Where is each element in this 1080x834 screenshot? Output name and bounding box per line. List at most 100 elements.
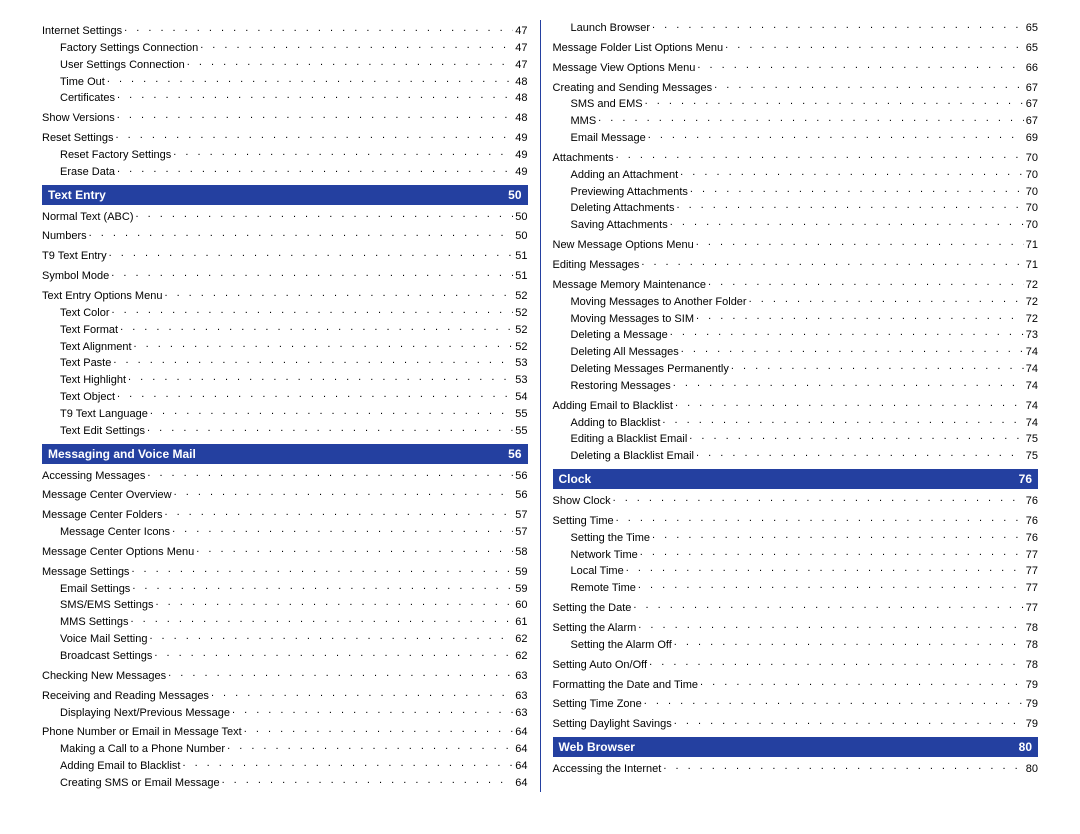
toc-label: MMS Settings (60, 615, 128, 630)
toc-label: Deleting a Message (571, 328, 668, 343)
toc-leader-dots (154, 646, 513, 661)
toc-page-number: 51 (515, 249, 527, 264)
toc-page-number: 50 (515, 229, 527, 244)
toc-label: Certificates (60, 91, 115, 106)
toc-page-number: 67 (1026, 81, 1038, 96)
toc-page-number: 48 (515, 91, 527, 106)
toc-entry[interactable]: Erase Data 49 (42, 164, 528, 181)
toc-label: Text Color (60, 306, 110, 321)
toc-leader-dots (626, 561, 1024, 576)
toc-leader-dots (700, 675, 1024, 690)
toc-entry[interactable]: Editing Messages 71 (553, 257, 1039, 274)
section-header[interactable]: Web Browser80 (553, 737, 1039, 757)
toc-entry[interactable]: Setting Daylight Savings 79 (553, 716, 1039, 733)
toc-entry[interactable]: Deleting a Blacklist Email 75 (553, 448, 1039, 465)
section-title: Web Browser (559, 740, 635, 754)
toc-entry[interactable]: Creating SMS or Email Message 64 (42, 775, 528, 792)
toc-entry[interactable]: Message Center Options Menu 58 (42, 544, 528, 561)
toc-entry[interactable]: Displaying Next/Previous Message 63 (42, 705, 528, 722)
toc-entry[interactable]: Certificates 48 (42, 90, 528, 107)
toc-label: Adding to Blacklist (571, 416, 661, 431)
toc-label: Text Alignment (60, 340, 132, 355)
toc-entry[interactable]: Formatting the Date and Time 79 (553, 677, 1039, 694)
toc-entry[interactable]: Remote Time 77 (553, 580, 1039, 597)
toc-entry[interactable]: Numbers 50 (42, 228, 528, 245)
toc-label: New Message Options Menu (553, 238, 694, 253)
toc-leader-dots (676, 198, 1023, 213)
toc-page-number: 64 (515, 759, 527, 774)
toc-page-number: 65 (1026, 41, 1038, 56)
toc-entry[interactable]: Setting the Date 77 (553, 600, 1039, 617)
toc-entry[interactable]: T9 Text Entry 51 (42, 248, 528, 265)
toc-leader-dots (244, 722, 514, 737)
toc-entry[interactable]: Accessing the Internet 80 (553, 761, 1039, 778)
toc-leader-dots (645, 94, 1024, 109)
toc-entry[interactable]: Accessing Messages 56 (42, 468, 528, 485)
toc-leader-dots (134, 337, 514, 352)
toc-leader-dots (116, 128, 514, 143)
toc-entry[interactable]: Symbol Mode 51 (42, 268, 528, 285)
toc-entry[interactable]: Restoring Messages 74 (553, 378, 1039, 395)
toc-label: SMS and EMS (571, 97, 643, 112)
toc-label: Setting the Time (571, 531, 651, 546)
toc-label: Text Object (60, 390, 115, 405)
toc-page-number: 64 (515, 725, 527, 740)
toc-entry[interactable]: New Message Options Menu 71 (553, 237, 1039, 254)
toc-leader-dots (147, 466, 513, 481)
toc-page-number: 47 (515, 58, 527, 73)
toc-entry[interactable]: Text Edit Settings 55 (42, 423, 528, 440)
toc-label: Making a Call to a Phone Number (60, 742, 225, 757)
toc-leader-dots (673, 376, 1024, 391)
section-header[interactable]: Text Entry50 (42, 185, 528, 205)
toc-page-number: 74 (1026, 399, 1038, 414)
toc-label: Normal Text (ABC) (42, 210, 133, 225)
toc-page-number: 55 (515, 424, 527, 439)
toc-page-number: 70 (1026, 168, 1038, 183)
toc-entry[interactable]: Message Center Overview 56 (42, 487, 528, 504)
toc-page-number: 52 (515, 289, 527, 304)
toc-page-number: 63 (515, 706, 527, 721)
toc-label: Text Entry Options Menu (42, 289, 162, 304)
toc-entry[interactable]: Saving Attachments 70 (553, 217, 1039, 234)
section-header[interactable]: Clock76 (553, 469, 1039, 489)
toc-leader-dots (164, 286, 513, 301)
toc-page-number: 47 (515, 41, 527, 56)
toc-column-left: Internet Settings 47Factory Settings Con… (30, 20, 541, 792)
toc-leader-dots (149, 629, 513, 644)
toc-page-number: 72 (1026, 312, 1038, 327)
toc-leader-dots (182, 756, 513, 771)
toc-entry[interactable]: Email Message 69 (553, 130, 1039, 147)
toc-entry[interactable]: Normal Text (ABC) 50 (42, 209, 528, 226)
toc-label: Symbol Mode (42, 269, 109, 284)
toc-entry[interactable]: Broadcast Settings 62 (42, 648, 528, 665)
toc-page-number: 62 (515, 632, 527, 647)
toc-label: Message View Options Menu (553, 61, 696, 76)
toc-page-number: 74 (1026, 379, 1038, 394)
toc-label: Setting Time (553, 514, 614, 529)
toc-leader-dots (173, 145, 513, 160)
toc-entry[interactable]: Message Folder List Options Menu 65 (553, 40, 1039, 57)
toc-entry[interactable]: Show Clock 76 (553, 493, 1039, 510)
toc-label: Adding Email to Blacklist (60, 759, 180, 774)
toc-entry[interactable]: Checking New Messages 63 (42, 668, 528, 685)
toc-leader-dots (613, 491, 1024, 506)
toc-entry[interactable]: Setting the Alarm Off 78 (553, 637, 1039, 654)
toc-entry[interactable]: Setting Time Zone 79 (553, 696, 1039, 713)
toc-label: Voice Mail Setting (60, 632, 147, 647)
toc-label: Erase Data (60, 165, 115, 180)
toc-entry[interactable]: Setting Auto On/Off 78 (553, 657, 1039, 674)
toc-label: Deleting All Messages (571, 345, 679, 360)
toc-entry[interactable]: Message View Options Menu 66 (553, 60, 1039, 77)
toc-label: Moving Messages to SIM (571, 312, 695, 327)
toc-entry[interactable]: Message Center Icons 57 (42, 524, 528, 541)
toc-entry[interactable]: Show Versions 48 (42, 110, 528, 127)
toc-page-number: 72 (1026, 278, 1038, 293)
toc-label: Reset Factory Settings (60, 148, 171, 163)
toc-leader-dots (107, 72, 513, 87)
toc-page-number: 63 (515, 689, 527, 704)
toc-entry[interactable]: Launch Browser 65 (553, 20, 1039, 37)
toc-page-number: 57 (515, 508, 527, 523)
toc-leader-dots (598, 111, 1024, 126)
section-header[interactable]: Messaging and Voice Mail56 (42, 444, 528, 464)
toc-leader-dots (652, 528, 1024, 543)
